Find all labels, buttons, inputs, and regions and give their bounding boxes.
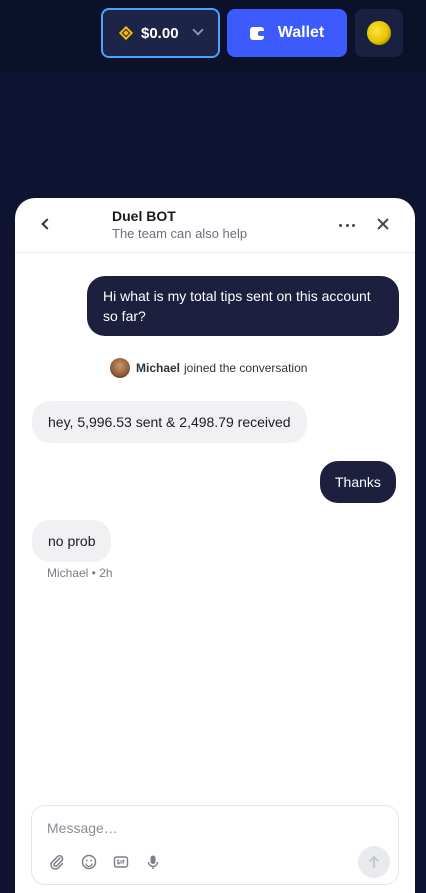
message-composer xyxy=(31,805,399,885)
agent-avatar xyxy=(110,358,130,378)
avatar xyxy=(367,21,391,45)
wallet-button[interactable]: Wallet xyxy=(227,9,347,57)
agent-message: hey, 5,996.53 sent & 2,498.79 received xyxy=(32,401,307,443)
user-message: Hi what is my total tips sent on this ac… xyxy=(87,276,399,336)
balance-amount: $0.00 xyxy=(141,24,179,42)
more-options-icon[interactable] xyxy=(339,216,355,234)
message-meta: Michael • 2h xyxy=(47,566,113,580)
attach-icon[interactable] xyxy=(49,854,65,870)
chevron-down-icon xyxy=(192,24,204,36)
agent-message: no prob xyxy=(32,520,112,562)
balance-dropdown[interactable]: $0.00 xyxy=(101,8,220,58)
emoji-icon[interactable] xyxy=(81,854,97,870)
top-bar: $0.00 Wallet xyxy=(0,0,426,72)
send-button[interactable] xyxy=(358,846,390,878)
join-notice: Michael joined the conversation xyxy=(110,358,307,378)
chat-panel: Duel BOT The team can also help Hi what … xyxy=(15,198,415,893)
close-icon[interactable] xyxy=(376,217,390,231)
back-icon[interactable] xyxy=(41,218,53,230)
join-agent-name: Michael xyxy=(136,361,181,375)
coin-icon xyxy=(118,25,134,41)
user-message: Thanks xyxy=(320,461,396,503)
chat-header: Duel BOT The team can also help xyxy=(15,198,415,253)
send-arrow-icon xyxy=(369,856,379,868)
gif-icon[interactable] xyxy=(113,854,129,870)
chat-title: Duel BOT xyxy=(112,208,176,224)
wallet-label: Wallet xyxy=(277,24,325,41)
message-input[interactable] xyxy=(47,820,347,836)
wallet-icon xyxy=(249,26,264,40)
join-text: joined the conversation xyxy=(184,361,308,375)
profile-button[interactable] xyxy=(355,9,403,57)
chat-subtitle: The team can also help xyxy=(112,226,248,241)
microphone-icon[interactable] xyxy=(145,854,161,870)
